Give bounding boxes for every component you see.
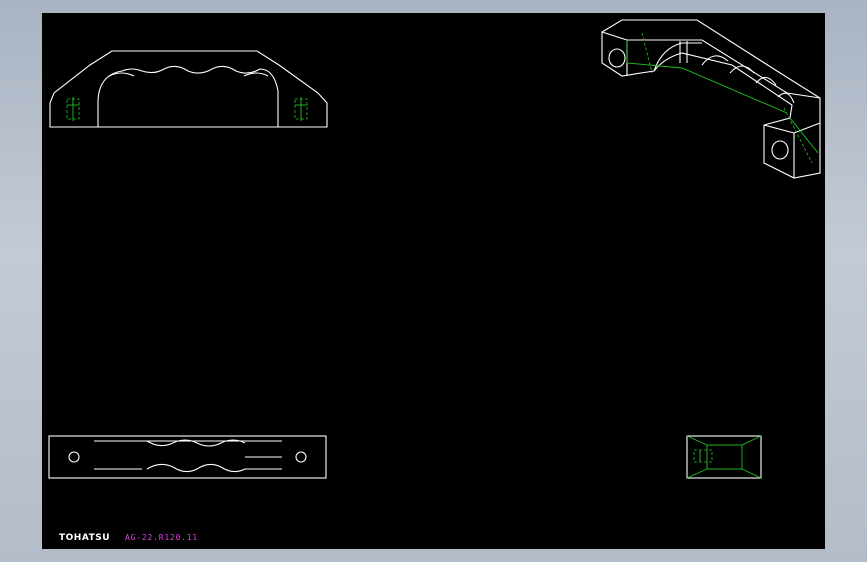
brand-label: TOHATSU [59,533,111,543]
drawing-viewport[interactable]: TOHATSU AG-22.R120.11 [42,13,825,549]
isometric-view [601,19,821,179]
side-view [686,435,762,479]
top-view [48,435,327,479]
cad-drawing [48,19,821,479]
part-number: AG-22.R120.11 [125,533,199,542]
front-view [49,50,328,128]
